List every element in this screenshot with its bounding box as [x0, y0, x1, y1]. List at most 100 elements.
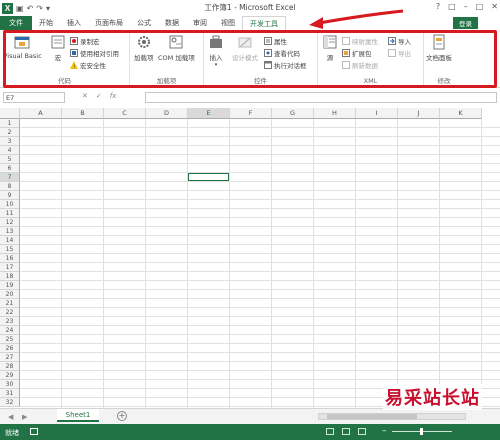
- row-header[interactable]: 18: [0, 272, 20, 281]
- row-header[interactable]: 29: [0, 371, 20, 380]
- column-header[interactable]: H: [314, 108, 356, 119]
- row-header[interactable]: 27: [0, 353, 20, 362]
- close-icon[interactable]: ✕: [491, 2, 498, 11]
- tab-review[interactable]: 审阅: [186, 16, 214, 30]
- grid-line: [20, 262, 500, 263]
- cancel-icon[interactable]: ✕: [82, 92, 88, 100]
- row-header[interactable]: 6: [0, 164, 20, 173]
- row-header[interactable]: 14: [0, 236, 20, 245]
- grid-line: [20, 379, 500, 380]
- zoom-slider-thumb[interactable]: [420, 428, 423, 435]
- row-header[interactable]: 2: [0, 128, 20, 137]
- window-controls: ? □ – □ ✕: [436, 2, 498, 11]
- redo-icon[interactable]: ↷: [36, 4, 43, 13]
- tab-developer[interactable]: 开发工具: [242, 16, 286, 30]
- column-header[interactable]: K: [440, 108, 482, 119]
- macro-record-status-icon[interactable]: [30, 428, 38, 435]
- signin-button[interactable]: 登录: [453, 17, 478, 29]
- undo-icon[interactable]: ↶: [27, 4, 34, 13]
- tab-view[interactable]: 视图: [214, 16, 242, 30]
- column-header[interactable]: G: [272, 108, 314, 119]
- row-header[interactable]: 8: [0, 182, 20, 191]
- enter-icon[interactable]: ✓: [96, 92, 102, 100]
- grid-line: [20, 307, 500, 308]
- status-bar: 就绪 –: [0, 424, 500, 440]
- row-header[interactable]: 25: [0, 335, 20, 344]
- column-header[interactable]: I: [356, 108, 398, 119]
- row-header[interactable]: 12: [0, 218, 20, 227]
- grid-line: [20, 370, 500, 371]
- column-header[interactable]: C: [104, 108, 146, 119]
- row-header[interactable]: 31: [0, 389, 20, 398]
- normal-view-icon[interactable]: [326, 428, 334, 435]
- grid-line: [20, 316, 500, 317]
- tab-file[interactable]: 文件: [0, 16, 32, 30]
- row-header[interactable]: 17: [0, 263, 20, 272]
- row-header[interactable]: 19: [0, 281, 20, 290]
- row-header[interactable]: 30: [0, 380, 20, 389]
- page-break-view-icon[interactable]: [358, 428, 366, 435]
- grid-line: [20, 127, 500, 128]
- row-header[interactable]: 15: [0, 245, 20, 254]
- grid-line: [20, 226, 500, 227]
- sheet-next-icon[interactable]: ▶: [22, 413, 27, 421]
- row-header[interactable]: 21: [0, 299, 20, 308]
- grid-line: [20, 334, 500, 335]
- grid-line: [20, 298, 500, 299]
- help-icon[interactable]: ?: [436, 2, 440, 11]
- add-sheet-icon[interactable]: +: [117, 411, 127, 421]
- minimize-icon[interactable]: –: [464, 2, 468, 11]
- row-header[interactable]: 9: [0, 191, 20, 200]
- customize-qat-icon[interactable]: ▾: [46, 4, 50, 13]
- cell-area[interactable]: [20, 119, 500, 408]
- maximize-icon[interactable]: □: [476, 2, 484, 11]
- column-header[interactable]: E: [188, 108, 230, 119]
- row-header[interactable]: 20: [0, 290, 20, 299]
- row-header[interactable]: 4: [0, 146, 20, 155]
- row-header[interactable]: 13: [0, 227, 20, 236]
- column-header[interactable]: B: [62, 108, 104, 119]
- save-icon[interactable]: ▣: [16, 4, 24, 13]
- annotation-arrow: [309, 9, 404, 29]
- row-header[interactable]: 10: [0, 200, 20, 209]
- annotation-highlight-box: [3, 30, 497, 88]
- row-header[interactable]: 16: [0, 254, 20, 263]
- row-header[interactable]: 22: [0, 308, 20, 317]
- grid-line: [20, 136, 500, 137]
- tab-page-layout[interactable]: 页面布局: [88, 16, 130, 30]
- worksheet-grid[interactable]: ABCDEFGHIJK 1 2 3 4 5 6 7 8 9 10 11 12 13 14 15 16 17 18 1…: [0, 108, 500, 408]
- insert-function-icon[interactable]: fx: [110, 92, 117, 100]
- zoom-out-icon[interactable]: –: [382, 426, 387, 436]
- grid-line: [20, 181, 500, 182]
- tab-home[interactable]: 开始: [32, 16, 60, 30]
- name-box[interactable]: E7: [3, 92, 65, 103]
- grid-line: [20, 199, 500, 200]
- column-header[interactable]: F: [230, 108, 272, 119]
- row-header[interactable]: 1: [0, 119, 20, 128]
- row-header[interactable]: 11: [0, 209, 20, 218]
- grid-line: [20, 163, 500, 164]
- column-header[interactable]: A: [20, 108, 62, 119]
- select-all-corner[interactable]: [0, 108, 20, 119]
- row-header[interactable]: 5: [0, 155, 20, 164]
- horizontal-scroll-thumb[interactable]: [327, 414, 417, 419]
- column-header[interactable]: D: [146, 108, 188, 119]
- formula-input[interactable]: [145, 92, 497, 103]
- grid-line: [20, 271, 500, 272]
- row-header[interactable]: 28: [0, 362, 20, 371]
- tab-data[interactable]: 数据: [158, 16, 186, 30]
- row-header[interactable]: 26: [0, 344, 20, 353]
- row-header[interactable]: 32: [0, 398, 20, 407]
- sheet-prev-icon[interactable]: ◀: [8, 413, 13, 421]
- row-header[interactable]: 24: [0, 326, 20, 335]
- horizontal-scrollbar[interactable]: [318, 413, 466, 420]
- page-layout-view-icon[interactable]: [342, 428, 350, 435]
- tab-insert[interactable]: 插入: [60, 16, 88, 30]
- tab-formulas[interactable]: 公式: [130, 16, 158, 30]
- ribbon-display-icon[interactable]: □: [448, 2, 456, 11]
- column-header[interactable]: J: [398, 108, 440, 119]
- row-header[interactable]: 3: [0, 137, 20, 146]
- row-header[interactable]: 7: [0, 173, 20, 182]
- sheet-tab[interactable]: Sheet1: [57, 409, 99, 422]
- row-header[interactable]: 23: [0, 317, 20, 326]
